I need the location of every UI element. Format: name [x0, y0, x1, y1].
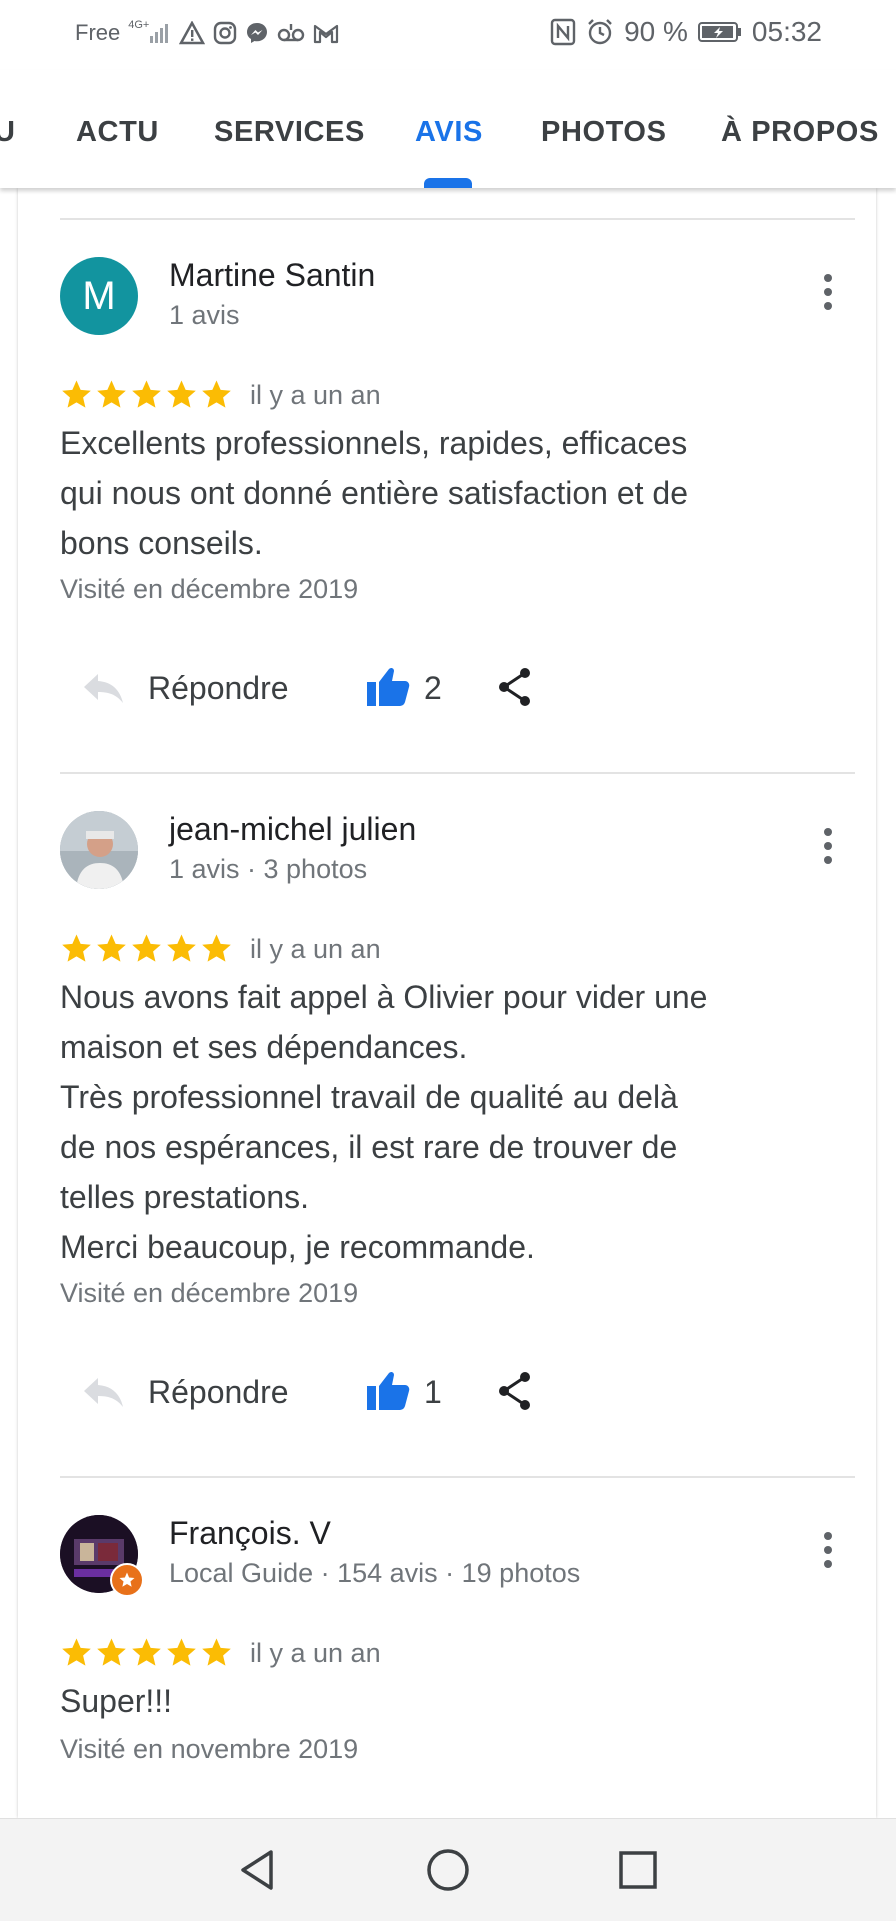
- divider: [60, 772, 855, 774]
- battery-percent: 90 %: [624, 16, 688, 47]
- review-author-meta: 1 avis · 3 photos: [169, 854, 368, 884]
- star-icon: [62, 1638, 91, 1666]
- review-author-meta: Local Guide · 154 avis · 19 photos: [169, 1558, 581, 1588]
- messenger-icon: [245, 21, 269, 45]
- star-icon: [132, 1638, 161, 1666]
- review-text-line: Super!!!: [60, 1683, 173, 1719]
- review-time: il y a un an: [250, 1638, 381, 1668]
- signal-icon: 4G+: [128, 19, 171, 44]
- system-nav-bar: [0, 1818, 896, 1921]
- star-rating: [60, 932, 233, 965]
- status-right: 90 % 05:32: [550, 16, 822, 48]
- star-icon: [97, 934, 126, 962]
- star-icon: [167, 1638, 196, 1666]
- review-text[interactable]: Super!!!: [60, 1676, 820, 1726]
- review-text[interactable]: Nous avons fait appel à Olivier pour vid…: [60, 972, 820, 1272]
- star-rating: [60, 378, 233, 411]
- share-icon[interactable]: [495, 1370, 535, 1417]
- review-author[interactable]: jean-michel julien: [169, 811, 416, 848]
- thumbs-up-icon[interactable]: [365, 1370, 411, 1417]
- star-icon: [132, 934, 161, 962]
- more-options-icon[interactable]: [808, 821, 848, 871]
- status-left: Free 4G+: [75, 19, 339, 46]
- star-icon: [202, 1638, 231, 1666]
- review-text-line: qui nous ont donné entière satisfaction …: [60, 475, 688, 511]
- review-time: il y a un an: [250, 934, 381, 964]
- tab-a-propos[interactable]: À PROPOS: [721, 116, 879, 149]
- like-count: 1: [424, 1374, 442, 1410]
- review-text-line: telles prestations.: [60, 1179, 310, 1215]
- voicemail-icon: [277, 22, 305, 44]
- instagram-icon: [213, 21, 237, 45]
- more-options-icon[interactable]: [808, 267, 848, 317]
- review-text-line: Nous avons fait appel à Olivier pour vid…: [60, 979, 708, 1015]
- clock-time: 05:32: [751, 16, 822, 47]
- home-icon[interactable]: [423, 1845, 473, 1895]
- visit-date: Visité en décembre 2019: [60, 1278, 359, 1308]
- gmail-icon: [313, 22, 339, 44]
- divider: [60, 218, 855, 220]
- star-icon: [202, 380, 231, 408]
- divider: [60, 1476, 855, 1478]
- status-bar: Free 4G+ 90 % 05:32: [0, 0, 896, 70]
- reply-button[interactable]: Répondre: [148, 670, 289, 707]
- star-icon: [132, 380, 161, 408]
- star-icon: [167, 380, 196, 408]
- tab-bar: U ACTU SERVICES AVIS PHOTOS À PROPOS: [0, 70, 896, 188]
- tab-avis[interactable]: AVIS: [415, 116, 483, 149]
- avatar[interactable]: [60, 811, 138, 889]
- nfc-icon: [550, 18, 576, 46]
- tab-actu[interactable]: ACTU: [76, 116, 159, 149]
- review-text-line: Merci beaucoup, je recommande.: [60, 1229, 535, 1265]
- review-text-line: de nos espérances, il est rare de trouve…: [60, 1129, 678, 1165]
- reviews-list[interactable]: M Martine Santin 1 avis il y a un an Exc…: [18, 188, 876, 1818]
- recents-icon[interactable]: [613, 1845, 663, 1895]
- review-author-meta: 1 avis: [169, 300, 240, 330]
- review-text-line: Excellents professionnels, rapides, effi…: [60, 425, 688, 461]
- network-type: 4G+: [128, 19, 150, 31]
- review-author[interactable]: François. V: [169, 1515, 331, 1552]
- avatar[interactable]: [60, 1515, 144, 1597]
- alarm-icon: [586, 18, 614, 46]
- visit-date: Visité en novembre 2019: [60, 1734, 359, 1764]
- warning-icon: [179, 21, 206, 45]
- thumbs-up-icon[interactable]: [365, 666, 411, 713]
- local-guide-badge-icon: [110, 1563, 144, 1597]
- visit-date: Visité en décembre 2019: [60, 574, 359, 604]
- carrier-label: Free: [75, 20, 121, 45]
- battery-icon: [697, 21, 742, 43]
- review-text-line: bons conseils.: [60, 525, 263, 561]
- active-tab-indicator: [424, 178, 472, 188]
- star-icon: [202, 934, 231, 962]
- review-text-line: Très professionnel travail de qualité au…: [60, 1079, 678, 1115]
- reply-icon[interactable]: [80, 670, 126, 711]
- review-time: il y a un an: [250, 380, 381, 410]
- more-options-icon[interactable]: [808, 1525, 848, 1575]
- tab-services[interactable]: SERVICES: [214, 116, 365, 149]
- review-actions: Répondre 1: [60, 1364, 580, 1424]
- star-icon: [62, 934, 91, 962]
- star-icon: [97, 1638, 126, 1666]
- star-icon: [62, 380, 91, 408]
- tab-partial[interactable]: U: [0, 116, 16, 149]
- reply-button[interactable]: Répondre: [148, 1374, 289, 1411]
- review-author[interactable]: Martine Santin: [169, 257, 375, 294]
- back-icon[interactable]: [232, 1845, 282, 1895]
- star-rating: [60, 1636, 233, 1669]
- like-count: 2: [424, 670, 442, 706]
- review-text-line: maison et ses dépendances.: [60, 1029, 468, 1065]
- review-actions: Répondre 2: [60, 660, 580, 720]
- star-icon: [97, 380, 126, 408]
- reply-icon[interactable]: [80, 1374, 126, 1415]
- star-icon: [167, 934, 196, 962]
- share-icon[interactable]: [495, 666, 535, 713]
- avatar[interactable]: M: [60, 257, 138, 335]
- review-text[interactable]: Excellents professionnels, rapides, effi…: [60, 418, 820, 568]
- tab-photos[interactable]: PHOTOS: [541, 116, 667, 149]
